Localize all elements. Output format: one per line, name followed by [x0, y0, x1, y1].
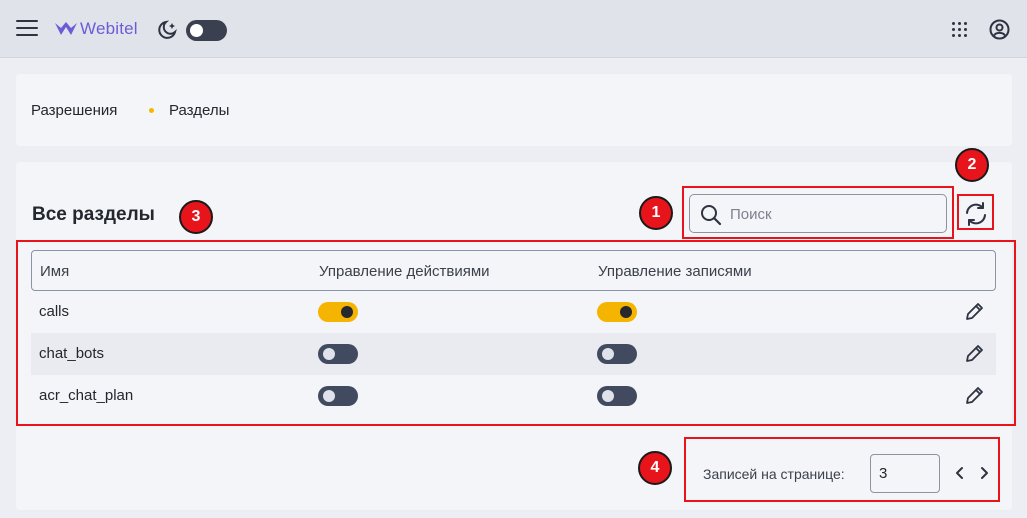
breadcrumb: Разрешения Разделы: [16, 74, 1012, 146]
breadcrumb-separator: [149, 108, 154, 113]
theme-moon-icon: [158, 20, 177, 39]
logo-text: Webitel: [80, 19, 138, 38]
breadcrumb-item-sections: Разделы: [169, 102, 230, 119]
annotation-badge-2: 2: [955, 148, 989, 182]
apps-grid-icon[interactable]: [952, 22, 968, 38]
annotation-box-pagination: [684, 437, 1000, 502]
page-title: Все разделы: [32, 204, 155, 225]
breadcrumb-item-permissions[interactable]: Разрешения: [31, 102, 117, 119]
annotation-box-table: [16, 240, 1016, 426]
annotation-box-refresh: [957, 194, 994, 230]
annotation-badge-3: 3: [179, 200, 213, 234]
annotation-box-search: [682, 186, 954, 239]
top-bar: Webitel: [0, 0, 1027, 58]
webitel-logo-icon: [55, 22, 77, 35]
menu-icon[interactable]: [16, 20, 38, 38]
account-icon[interactable]: [989, 19, 1010, 40]
annotation-badge-4: 4: [638, 451, 672, 485]
toggle-knob: [190, 24, 203, 37]
theme-toggle[interactable]: [186, 20, 227, 41]
app-logo[interactable]: Webitel: [54, 19, 138, 39]
annotation-badge-1: 1: [639, 196, 673, 230]
